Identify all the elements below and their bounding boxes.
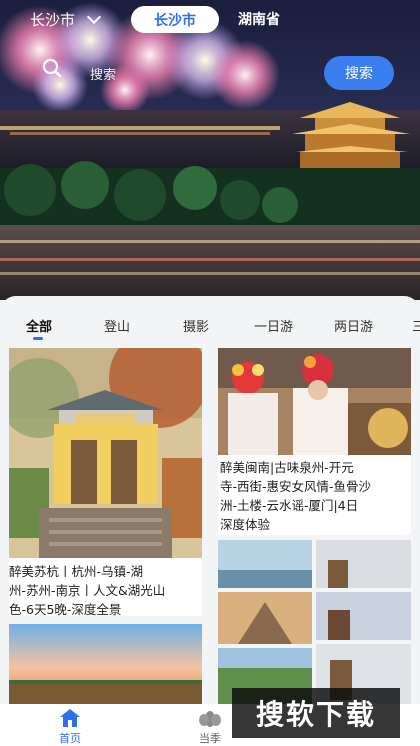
nav-season-label: 当季 [199, 732, 221, 745]
home-icon [60, 709, 80, 727]
tab-three-day[interactable]: 三 [412, 316, 420, 335]
card-image [218, 540, 411, 710]
card-caption: 醉美苏杭丨杭州-乌镇-湖 州-苏州-南京丨人文&湖光山 色-6天5晚-深度全景 [9, 564, 166, 616]
search-icon [42, 58, 62, 78]
city-dropdown[interactable]: 长沙市 [30, 9, 102, 30]
trip-card[interactable]: 醉美闽南|古味泉州-开元 寺-西街-惠安女风情-鱼骨沙 洲-土楼-云水谣-厦门|… [218, 348, 411, 535]
trip-card[interactable] [9, 624, 202, 704]
chevron-down-icon [86, 9, 102, 25]
flower-icon [199, 711, 221, 727]
tab-indicator [33, 337, 43, 340]
tab-photography[interactable]: 摄影 [183, 316, 209, 335]
watermark: 搜软下载 [232, 688, 400, 738]
nav-home-label: 首页 [59, 732, 81, 745]
tab-one-day[interactable]: 一日游 [254, 316, 293, 335]
tab-two-day[interactable]: 两日游 [334, 316, 373, 335]
trip-card[interactable]: 醉美苏杭丨杭州-乌镇-湖 州-苏州-南京丨人文&湖光山 色-6天5晚-深度全景 [9, 348, 202, 616]
hero-photo: 长沙市 长沙市 湖南省 搜索 [0, 0, 420, 300]
city-label: 长沙市 [30, 11, 76, 29]
search-bar: 搜索 [42, 56, 394, 90]
tab-mountain[interactable]: 登山 [104, 316, 130, 335]
city-chip-active[interactable]: 长沙市 [131, 6, 219, 33]
content-sheet: 全部 登山 摄影 一日游 两日游 三 醉美苏杭丨杭州-乌镇-湖 州-苏州-南京丨… [0, 296, 420, 746]
card-image [9, 624, 202, 704]
top-bar: 长沙市 长沙市 湖南省 [0, 0, 420, 40]
province-chip[interactable]: 湖南省 [238, 9, 280, 29]
card-image [9, 348, 202, 558]
search-button[interactable]: 搜索 [324, 56, 394, 90]
app-screen: 长沙市 长沙市 湖南省 搜索 全部 登山 摄影 一日游 两日游 三 [0, 0, 420, 746]
trip-card[interactable] [218, 540, 411, 710]
nav-season[interactable]: 当季 [180, 708, 240, 746]
category-tabs: 全部 登山 摄影 一日游 两日游 三 [0, 316, 420, 342]
nav-home[interactable]: 首页 [40, 708, 100, 746]
card-caption: 醉美闽南|古味泉州-开元 寺-西街-惠安女风情-鱼骨沙 洲-土楼-云水谣-厦门|… [220, 460, 372, 532]
card-image [218, 348, 411, 455]
search-input[interactable] [90, 64, 290, 84]
tab-all[interactable]: 全部 [26, 316, 52, 335]
